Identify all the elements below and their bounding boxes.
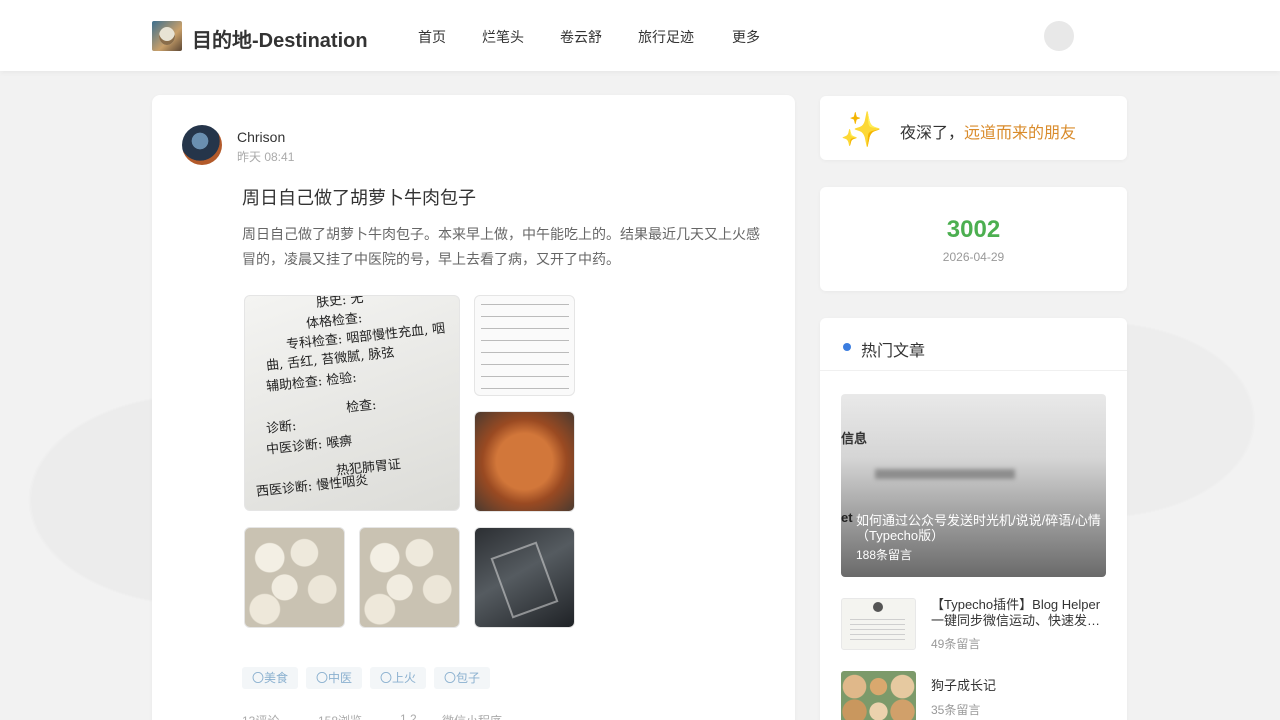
prescription-line: 检查: <box>345 397 378 416</box>
greeting-text: 夜深了，远道而来的朋友 <box>900 125 1077 142</box>
tag-buns[interactable]: 〇包子 <box>434 667 491 689</box>
post-author[interactable]: Chrison <box>237 129 285 145</box>
count-date: 2026-04-29 <box>942 250 1005 264</box>
photo-buns-1[interactable] <box>244 527 345 628</box>
greeting-highlight: 远道而来的朋友 <box>964 125 1077 142</box>
post-card: Chrison 昨天 08:41 周日自己做了胡萝卜牛肉包子 周日自己做了胡萝卜… <box>152 95 795 720</box>
hot-post-thumb-2[interactable] <box>841 671 916 720</box>
feature-image-text-top: 信息 <box>841 431 868 446</box>
hot-post-title-1[interactable]: 【Typecho插件】Blog Helper 一键同步微信运动、快速发布说说 <box>931 597 1106 629</box>
avatar[interactable] <box>182 125 222 165</box>
nav-item-clouds[interactable]: 卷云舒 <box>560 27 602 47</box>
featured-post[interactable]: 信息 et 如何通过公众号发送时光机/说说/碎语/心情（Typecho版） 18… <box>841 394 1106 577</box>
site-header: 目的地-Destination 首页 烂笔头 卷云舒 旅行足迹 更多 <box>0 0 1280 71</box>
post-title[interactable]: 周日自己做了胡萝卜牛肉包子 <box>242 184 476 210</box>
nav-more-label: 更多 <box>732 29 760 45</box>
hot-post-comments-1: 49条留言 <box>931 637 981 651</box>
prescription-line: 诊断: <box>265 418 298 437</box>
divider <box>820 370 1127 371</box>
comment-count[interactable]: 13评论 <box>242 712 279 720</box>
site-logo[interactable] <box>152 21 182 51</box>
view-count: 158浏览 <box>318 712 362 720</box>
tag-heat[interactable]: 〇上火 <box>370 667 427 689</box>
nav-item-home[interactable]: 首页 <box>418 27 446 47</box>
hot-post-thumb-1[interactable] <box>841 598 916 650</box>
featured-post-comments: 188条留言 <box>856 548 913 562</box>
user-icon[interactable] <box>1044 21 1074 51</box>
sparkle-icon: ✨ <box>840 111 883 149</box>
featured-post-title[interactable]: 如何通过公众号发送时光机/说说/碎语/心情（Typecho版） <box>856 513 1101 543</box>
hot-post-title-2[interactable]: 狗子成长记 <box>931 678 1106 694</box>
nav-item-notes[interactable]: 烂笔头 <box>482 27 524 47</box>
hot-posts-card: 热门文章 信息 et 如何通过公众号发送时光机/说说/碎语/心情（Typecho… <box>820 318 1127 720</box>
feature-image-blur <box>875 469 1015 479</box>
site-title[interactable]: 目的地-Destination <box>192 24 368 53</box>
nav-item-more[interactable]: 更多 <box>730 27 760 47</box>
day-count: 3002 <box>946 216 1001 243</box>
post-time: 昨天 08:41 <box>237 150 295 164</box>
nav-item-travel[interactable]: 旅行足迹 <box>638 27 694 47</box>
hot-posts-title: 热门文章 <box>861 343 926 360</box>
tag-food[interactable]: 〇美食 <box>242 667 299 689</box>
greeting-card: ✨ 夜深了，远道而来的朋友 <box>820 96 1127 160</box>
wechat-miniprogram[interactable]: 微信小程序 <box>442 712 502 720</box>
tag-chinese-medicine[interactable]: 〇中医 <box>306 667 363 689</box>
photo-filling[interactable] <box>474 411 575 512</box>
section-dot-icon <box>843 343 851 351</box>
hot-post-comments-2: 35条留言 <box>931 703 981 717</box>
photo-receipt[interactable] <box>474 295 575 396</box>
like-count[interactable]: 1 2 <box>400 712 417 720</box>
photo-medicine-pack[interactable] <box>474 527 575 628</box>
count-card: 3002 2026-04-29 <box>820 187 1127 291</box>
post-body: 周日自己做了胡萝卜牛肉包子。本来早上做，中午能吃上的。结果最近几天又上火感冒的，… <box>242 226 760 267</box>
prescription-line: 西医诊断: 慢性咽炎 <box>255 473 369 500</box>
photo-buns-2[interactable] <box>359 527 460 628</box>
photo-prescription[interactable]: 肤史: 无体格检查: 专科检查: 咽部慢性充血, 咽曲, 舌红, 苔微腻, 脉弦辅… <box>244 295 460 511</box>
feature-image-text-bottom: et <box>841 510 853 525</box>
